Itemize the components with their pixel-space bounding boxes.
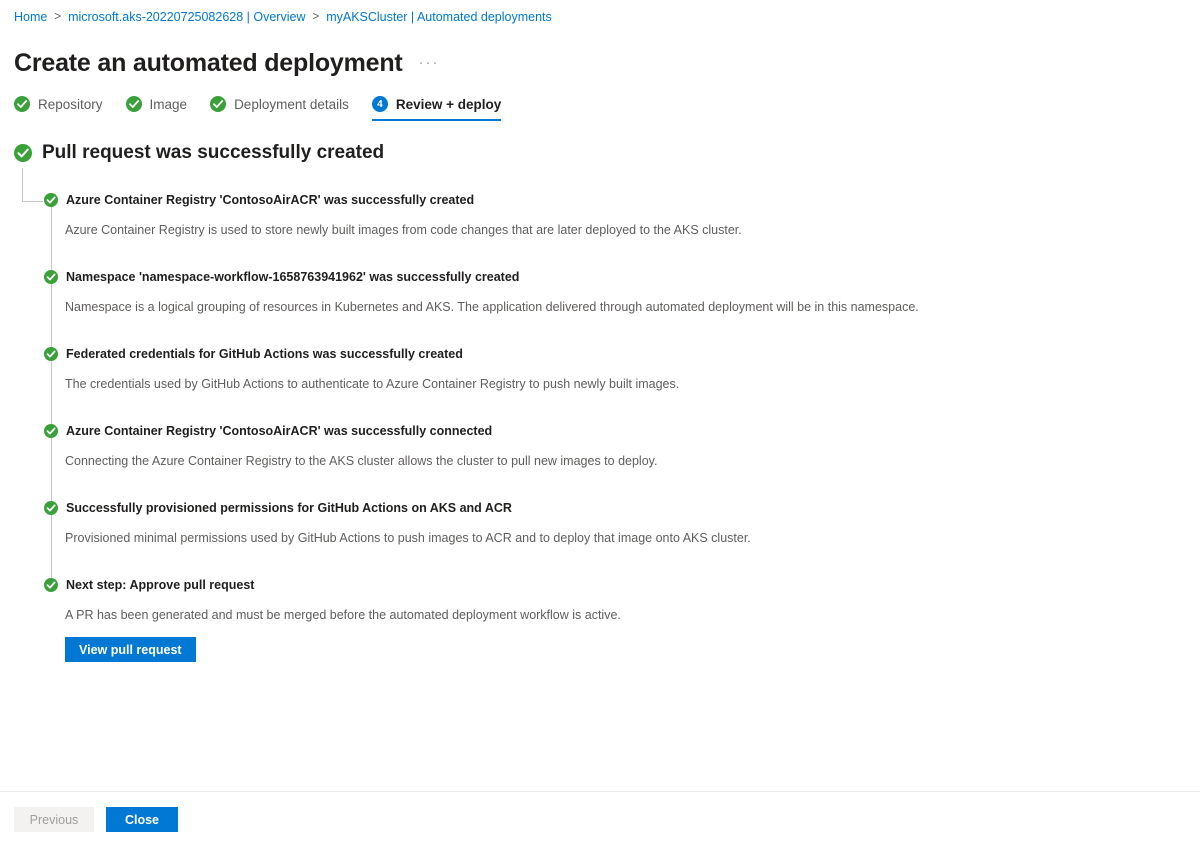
- tab-image[interactable]: Image: [125, 96, 188, 121]
- results-list: Azure Container Registry 'ContosoAirACR'…: [0, 168, 1200, 662]
- result-item-title: Azure Container Registry 'ContosoAirACR'…: [66, 424, 493, 438]
- success-heading: Pull request was successfully created: [14, 141, 384, 165]
- breadcrumb: Home > microsoft.aks-20220725082628 | Ov…: [14, 9, 552, 25]
- check-circle-icon: [44, 270, 58, 284]
- step-number-badge: 4: [371, 96, 388, 112]
- breadcrumb-separator-icon: >: [54, 11, 62, 23]
- result-item-title: Namespace 'namespace-workflow-1658763941…: [66, 270, 520, 284]
- tab-label: Repository: [38, 96, 103, 112]
- result-item-title: Azure Container Registry 'ContosoAirACR'…: [66, 193, 475, 207]
- result-item-description: Connecting the Azure Container Registry …: [65, 454, 658, 468]
- more-options-icon[interactable]: ···: [419, 48, 440, 78]
- result-item-description: A PR has been generated and must be merg…: [65, 608, 621, 622]
- check-circle-icon: [14, 96, 30, 112]
- view-pull-request-button-wrap: View pull request: [65, 637, 1200, 662]
- check-circle-icon: [125, 96, 142, 112]
- check-circle-icon: [210, 96, 227, 112]
- tab-label: Image: [149, 96, 188, 112]
- check-circle-icon: [44, 501, 58, 515]
- footer-actions: Previous Close: [14, 807, 190, 832]
- result-item-federated-credentials: Federated credentials for GitHub Actions…: [0, 346, 1200, 392]
- previous-button[interactable]: Previous: [14, 807, 94, 832]
- breadcrumb-item-home[interactable]: Home: [14, 9, 47, 25]
- close-button[interactable]: Close: [106, 807, 178, 832]
- tab-label: Review + deploy: [395, 96, 502, 112]
- result-item-description: Namespace is a logical grouping of resou…: [65, 300, 919, 314]
- result-item-header: Next step: Approve pull request: [44, 577, 1200, 593]
- result-item-title: Federated credentials for GitHub Actions…: [66, 347, 463, 361]
- result-item-header: Federated credentials for GitHub Actions…: [44, 346, 1200, 362]
- tab-review-and-deploy[interactable]: 4 Review + deploy: [371, 96, 502, 121]
- result-item-acr-connected: Azure Container Registry 'ContosoAirACR'…: [0, 423, 1200, 469]
- result-item-title: Successfully provisioned permissions for…: [66, 501, 512, 515]
- footer-divider: [0, 791, 1200, 792]
- check-circle-icon: [44, 347, 58, 361]
- success-heading-text: Pull request was successfully created: [42, 142, 385, 163]
- check-circle-icon: [44, 424, 58, 438]
- breadcrumb-separator-icon: >: [312, 11, 320, 23]
- page-title-row: Create an automated deployment ···: [14, 31, 440, 95]
- breadcrumb-item-subscription-overview[interactable]: microsoft.aks-20220725082628 | Overview: [68, 9, 305, 25]
- result-item-header: Successfully provisioned permissions for…: [44, 500, 1200, 516]
- result-item-acr-created: Azure Container Registry 'ContosoAirACR'…: [0, 192, 1200, 238]
- result-item-permissions-provisioned: Successfully provisioned permissions for…: [0, 500, 1200, 546]
- tab-deployment-details[interactable]: Deployment details: [210, 96, 349, 121]
- result-item-title: Next step: Approve pull request: [66, 578, 255, 592]
- check-circle-icon: [44, 193, 58, 207]
- check-circle-icon: [44, 578, 58, 592]
- tab-repository[interactable]: Repository: [14, 96, 103, 121]
- wizard-tabs: Repository Image Deployment details 4 Re…: [14, 96, 524, 121]
- result-item-next-step-approve-pr: Next step: Approve pull request A PR has…: [0, 577, 1200, 662]
- result-item-description: Provisioned minimal permissions used by …: [65, 531, 751, 545]
- result-item-header: Namespace 'namespace-workflow-1658763941…: [44, 269, 1200, 285]
- tab-label: Deployment details: [234, 96, 349, 112]
- page-title: Create an automated deployment: [14, 48, 403, 77]
- view-pull-request-button[interactable]: View pull request: [65, 637, 196, 662]
- check-circle-icon: [14, 144, 32, 162]
- result-item-header: Azure Container Registry 'ContosoAirACR'…: [44, 423, 1200, 439]
- result-item-header: Azure Container Registry 'ContosoAirACR'…: [44, 192, 1200, 208]
- breadcrumb-item-automated-deployments[interactable]: myAKSCluster | Automated deployments: [326, 9, 552, 25]
- create-automated-deployment-page: Home > microsoft.aks-20220725082628 | Ov…: [0, 0, 1200, 847]
- result-item-description: Azure Container Registry is used to stor…: [65, 223, 742, 237]
- result-item-namespace-created: Namespace 'namespace-workflow-1658763941…: [0, 269, 1200, 315]
- result-item-description: The credentials used by GitHub Actions t…: [65, 377, 680, 391]
